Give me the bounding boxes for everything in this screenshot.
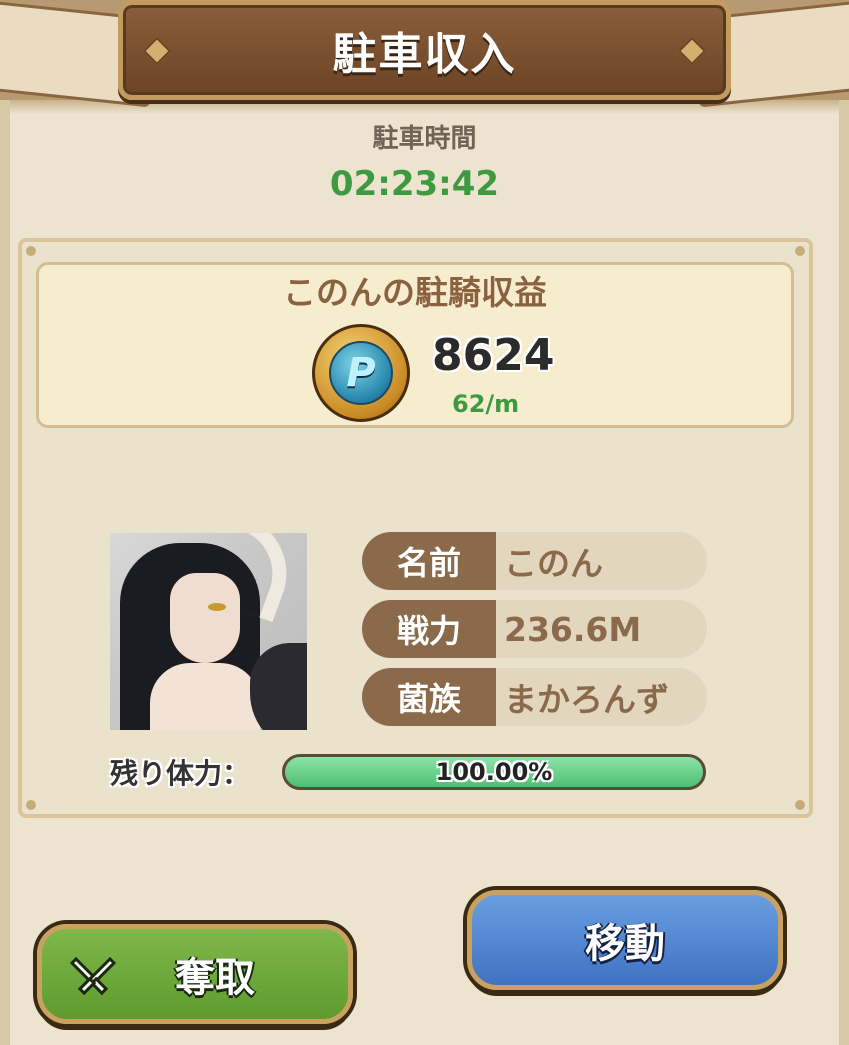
- info-value: このん: [504, 544, 603, 583]
- steal-button-label: 奪取: [175, 955, 255, 1001]
- info-key: 戦力: [362, 600, 496, 658]
- move-button-label: 移動: [585, 921, 665, 967]
- corner-dot: [26, 800, 36, 810]
- info-row-name: 名前 このん: [362, 532, 707, 590]
- parking-time-value: 02:23:42: [329, 164, 500, 204]
- info-value: 236.6M: [504, 609, 642, 649]
- dialog-title: 駐車収入: [332, 29, 517, 80]
- move-button[interactable]: 移動: [467, 890, 783, 990]
- crossed-swords-icon: [69, 956, 117, 996]
- corner-dot: [26, 246, 36, 256]
- info-value: まかろんず: [504, 680, 669, 719]
- info-row-power: 戦力 236.6M: [362, 600, 707, 658]
- parking-time-label: 駐車時間: [372, 124, 477, 154]
- stamina-percent: 100.00%: [435, 758, 553, 786]
- income-rate: 62/m: [452, 390, 520, 418]
- stamina-bar: 100.00%: [282, 754, 706, 790]
- corner-dot: [795, 246, 805, 256]
- info-key: 名前: [362, 532, 496, 590]
- stamina-label: 残り体力：: [110, 757, 251, 790]
- player-avatar[interactable]: [110, 533, 307, 730]
- income-amount: 8624: [432, 330, 555, 381]
- info-key: 菌族: [362, 668, 496, 726]
- income-title: このんの駐騎収益: [283, 273, 547, 312]
- steal-button[interactable]: 奪取: [37, 924, 353, 1024]
- diamond-ornament-icon: [142, 36, 172, 66]
- header-plate: 駐車収入: [118, 0, 731, 100]
- p-coin-glyph: P: [329, 341, 393, 405]
- diamond-ornament-icon: [677, 36, 707, 66]
- corner-dot: [795, 800, 805, 810]
- p-coin-icon: P: [312, 324, 410, 422]
- info-row-clan: 菌族 まかろんず: [362, 668, 707, 726]
